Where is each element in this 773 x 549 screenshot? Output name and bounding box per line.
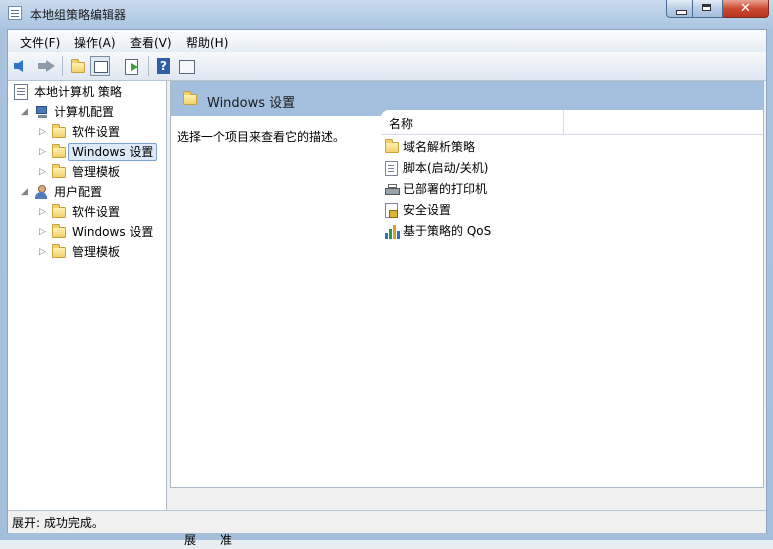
column-divider[interactable] — [563, 110, 564, 134]
up-level-button[interactable] — [68, 56, 88, 76]
toolbar: ? — [8, 52, 766, 81]
menu-view[interactable]: 查看(V) — [130, 34, 172, 51]
tree-item-label: Windows 设置 — [68, 143, 158, 161]
window-controls: ✕ — [666, 0, 769, 19]
script-icon — [385, 161, 398, 176]
maximize-button[interactable] — [693, 0, 723, 18]
expand-icon[interactable]: ▷ — [38, 163, 47, 181]
details-title: Windows 设置 — [207, 96, 296, 111]
tree-user-label: 用户配置 — [54, 185, 103, 199]
close-icon: ✕ — [740, 1, 751, 16]
folder-icon — [52, 164, 66, 178]
help-icon: ? — [157, 58, 170, 74]
properties-icon — [179, 60, 195, 74]
details-pane: Windows 设置 选择一个项目来查看它的描述。 名称 域名解析策略 脚本(启… — [170, 81, 766, 547]
printer-icon — [385, 184, 400, 196]
properties-button[interactable] — [176, 56, 196, 76]
list-item-label: 安全设置 — [403, 203, 452, 217]
user-icon — [34, 185, 48, 200]
tree-computer-label: 计算机配置 — [54, 105, 115, 119]
folder-icon — [52, 244, 66, 258]
column-header-name[interactable]: 名称 — [389, 115, 413, 132]
forward-button[interactable] — [36, 56, 56, 76]
status-bar: 展开: 成功完成。 — [8, 510, 766, 533]
menu-bar: 文件(F) 操作(A) 查看(V) 帮助(H) — [8, 30, 766, 52]
show-hide-tree-button[interactable] — [90, 56, 110, 76]
up-folder-icon — [71, 59, 85, 73]
window-client: 文件(F) 操作(A) 查看(V) 帮助(H) ? 本地计算机 策略 ◢ 计算机… — [7, 29, 767, 547]
details-content: Windows 设置 选择一个项目来查看它的描述。 名称 域名解析策略 脚本(启… — [170, 81, 764, 488]
menu-action[interactable]: 操作(A) — [74, 34, 116, 51]
folder-icon — [52, 224, 66, 238]
list-item-label: 域名解析策略 — [403, 140, 476, 154]
folder-icon — [52, 144, 66, 158]
app-icon — [8, 6, 22, 20]
tree-item-label: 管理模板 — [72, 245, 121, 259]
tree-item-label: Windows 设置 — [72, 225, 154, 239]
collapse-icon[interactable]: ◢ — [20, 183, 29, 201]
tree-item-label: 管理模板 — [72, 165, 121, 179]
help-button[interactable]: ? — [154, 56, 174, 76]
status-text: 展开: 成功完成。 — [12, 516, 104, 530]
qos-chart-icon — [385, 225, 401, 239]
forward-icon — [38, 60, 55, 72]
computer-icon — [34, 106, 49, 119]
navigation-tree: 本地计算机 策略 ◢ 计算机配置 ▷ 软件设置 ▷ Windows 设置 ▷ 管… — [8, 81, 167, 532]
tree-item-label: 软件设置 — [72, 205, 121, 219]
expand-icon[interactable]: ▷ — [38, 203, 47, 221]
export-arrow-icon — [131, 63, 138, 71]
menu-file[interactable]: 文件(F) — [20, 34, 60, 51]
folder-icon — [52, 204, 66, 218]
back-button[interactable] — [14, 56, 34, 76]
title-bar[interactable]: 本地组策略编辑器 ✕ — [0, 0, 773, 28]
list-header: 名称 — [381, 110, 763, 135]
items-list: 名称 域名解析策略 脚本(启动/关机) 已部署的打印机 安全设置 基于策略的 Q… — [381, 110, 763, 487]
minimize-button[interactable] — [666, 0, 693, 18]
list-item-label: 脚本(启动/关机) — [403, 161, 489, 175]
tree-root-label: 本地计算机 策略 — [34, 85, 122, 99]
description-pane: 选择一个项目来查看它的描述。 — [171, 116, 381, 487]
expand-icon[interactable]: ▷ — [38, 143, 47, 161]
expand-icon[interactable]: ▷ — [38, 223, 47, 241]
expand-icon[interactable]: ▷ — [38, 123, 47, 141]
collapse-icon[interactable]: ◢ — [20, 103, 29, 121]
folder-icon — [183, 91, 197, 105]
toolbar-separator — [62, 56, 63, 76]
expand-icon[interactable]: ▷ — [38, 243, 47, 261]
folder-icon — [385, 139, 399, 153]
show-tree-icon — [94, 61, 108, 73]
window-frame: 本地组策略编辑器 ✕ 文件(F) 操作(A) 查看(V) 帮助(H) ? 本地计… — [0, 0, 773, 547]
list-item-label: 基于策略的 QoS — [403, 224, 492, 238]
description-text: 选择一个项目来查看它的描述。 — [177, 130, 346, 144]
list-item-label: 已部署的打印机 — [403, 182, 488, 196]
folder-icon — [52, 124, 66, 138]
security-icon — [385, 203, 398, 218]
close-button[interactable]: ✕ — [723, 0, 769, 18]
toolbar-separator — [148, 56, 149, 76]
back-icon — [14, 60, 23, 72]
menu-help[interactable]: 帮助(H) — [186, 34, 228, 51]
tree-item-label: 软件设置 — [72, 125, 121, 139]
policy-icon — [14, 84, 28, 100]
export-list-button[interactable] — [122, 56, 142, 76]
window-title: 本地组策略编辑器 — [30, 8, 127, 22]
